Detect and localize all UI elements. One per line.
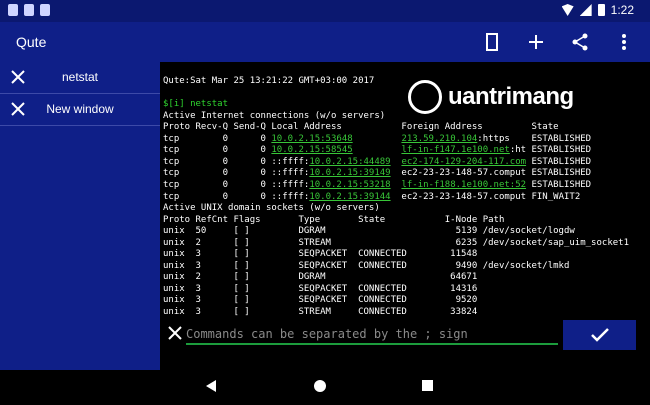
terminal-line: tcp 0 0 ::ffff:10.0.2.15:39149 ec2-23-23… <box>163 168 591 179</box>
terminal-line: tcp 0 0 ::ffff:10.0.2.15:53218 lf-in-f18… <box>163 180 591 191</box>
app-bar: Qute <box>0 22 650 62</box>
more-icon[interactable] <box>612 30 636 54</box>
terminal-text: tcp 0 0 ::ffff: <box>163 179 310 190</box>
terminal-text: unix 3 [ ] SEQPACKET CONNECTED 11548 <box>163 249 478 260</box>
terminal-line: Proto Recv-Q Send-Q Local Address Foreig… <box>163 122 559 133</box>
terminal-address-link: lf-in-f188.1e100.net:52 <box>401 179 527 190</box>
terminal-line: unix 3 [ ] STREAM CONNECTED 33824 <box>163 307 477 318</box>
tab-label: New window <box>46 102 114 116</box>
terminal-text: unix 2 [ ] DGRAM 64671 <box>163 272 478 283</box>
terminal-line: Active UNIX domain sockets (w/o servers) <box>163 203 380 214</box>
terminal-address-link: lf-in-f147.1e100.net <box>401 145 510 156</box>
terminal-text: ESTABLISHED <box>526 179 592 190</box>
navigation-bar <box>0 370 650 405</box>
sidebar: netstat New window <box>0 62 160 370</box>
app-title: Qute <box>16 34 47 50</box>
terminal-text: $[i] netstat <box>163 99 229 110</box>
terminal-address-link: 10.0.2.15:58545 <box>271 145 353 156</box>
check-icon <box>590 328 609 342</box>
terminal-text: unix 2 [ ] STREAM 6235 /dev/socket/sap_u… <box>163 237 629 248</box>
app-actions <box>480 30 636 54</box>
terminal-text: tcp 0 0 <box>163 133 272 144</box>
terminal-address-link: 10.0.2.15:53218 <box>309 179 391 190</box>
command-input[interactable] <box>186 325 558 345</box>
lightbulb-icon <box>408 80 442 114</box>
command-bar <box>160 320 636 350</box>
terminal-text: :ht ESTABLISHED <box>509 145 592 156</box>
terminal-address-link: 10.0.2.15:39149 <box>309 168 391 179</box>
status-bar: 1:22 <box>0 0 650 22</box>
close-icon[interactable] <box>168 326 182 340</box>
terminal-line: unix 3 [ ] SEQPACKET CONNECTED 14316 <box>163 284 477 295</box>
terminal-line: tcp 0 0 10.0.2.15:58545 lf-in-f147.1e100… <box>163 145 591 156</box>
terminal-line: tcp 0 0 ::ffff:10.0.2.15:39144 ec2-23-23… <box>163 192 580 203</box>
tab-netstat[interactable]: netstat <box>0 62 160 94</box>
terminal-text: unix 3 [ ] SEQPACKET CONNECTED 9490 /dev… <box>163 260 570 271</box>
terminal-line: Proto RefCnt Flags Type State I-Node Pat… <box>163 215 504 226</box>
terminal-line: tcp 0 0 ::ffff:10.0.2.15:44489 ec2-174-1… <box>163 157 591 168</box>
terminal-text: tcp 0 0 ::ffff: <box>163 191 310 202</box>
terminal-address-link: 10.0.2.15:44489 <box>309 156 391 167</box>
terminal-address-link: 10.0.2.15:53648 <box>271 133 353 144</box>
sim-card-icon <box>8 4 18 16</box>
script-icon[interactable] <box>480 30 504 54</box>
terminal-line: $[i] netstat <box>163 99 228 110</box>
terminal-address-link: 10.0.2.15:39144 <box>309 191 391 202</box>
terminal-text: Proto Recv-Q Send-Q Local Address Foreig… <box>163 122 559 133</box>
terminal-line: unix 3 [ ] SEQPACKET CONNECTED 9490 /dev… <box>163 261 569 272</box>
terminal-text: ec2-23-23-148-57.comput FIN_WAIT2 <box>390 191 581 202</box>
terminal-line: Qute:Sat Mar 25 13:21:22 GMT+03:00 2017 <box>163 76 374 87</box>
terminal-address-link: ec2-174-129-204-117.com <box>401 156 527 167</box>
terminal-text: ESTABLISHED <box>526 156 592 167</box>
signal-icon <box>579 4 592 16</box>
terminal-line: unix 3 [ ] SEQPACKET CONNECTED 11548 <box>163 249 477 260</box>
notification-icons <box>8 4 50 16</box>
home-icon[interactable] <box>314 380 326 392</box>
terminal-text: unix 50 [ ] DGRAM 5139 /dev/socket/logdw <box>163 226 575 237</box>
terminal-text: Active Internet connections (w/o servers… <box>163 110 386 121</box>
terminal-text: tcp 0 0 ::ffff: <box>163 168 310 179</box>
tab-label: netstat <box>61 70 99 84</box>
terminal-address-link: 213.59.210.104 <box>401 133 478 144</box>
watermark: uantrimang <box>408 80 574 114</box>
terminal-text: Proto RefCnt Flags Type State I-Node Pat… <box>163 214 505 225</box>
back-icon[interactable] <box>206 380 216 392</box>
recents-icon[interactable] <box>422 380 433 391</box>
share-icon[interactable] <box>568 30 592 54</box>
terminal-text: Active UNIX domain sockets (w/o servers) <box>163 203 380 214</box>
battery-icon <box>597 4 605 16</box>
terminal-line: unix 2 [ ] STREAM 6235 /dev/socket/sap_u… <box>163 238 629 249</box>
terminal-line: unix 50 [ ] DGRAM 5139 /dev/socket/logdw <box>163 226 575 237</box>
clock: 1:22 <box>610 3 634 17</box>
watermark-text: uantrimang <box>448 83 574 110</box>
terminal-line: unix 3 [ ] SEQPACKET CONNECTED 9520 <box>163 295 477 306</box>
terminal-text: ec2-23-23-148-57.comput ESTABLISHED <box>390 168 592 179</box>
run-button[interactable] <box>563 320 636 350</box>
terminal-text: :https ESTABLISHED <box>477 133 592 144</box>
terminal-text: unix 3 [ ] STREAM CONNECTED 33824 <box>163 307 478 317</box>
sd-card-icon <box>24 4 34 16</box>
terminal-text: tcp 0 0 <box>163 145 272 156</box>
terminal-line: tcp 0 0 10.0.2.15:53648 213.59.210.104:h… <box>163 134 591 145</box>
tab-new-window[interactable]: New window <box>0 94 160 126</box>
terminal-text: unix 3 [ ] SEQPACKET CONNECTED 14316 <box>163 283 478 294</box>
terminal-text: unix 3 [ ] SEQPACKET CONNECTED 9520 <box>163 295 478 306</box>
add-icon[interactable] <box>524 30 548 54</box>
file-icon <box>40 4 50 16</box>
wifi-icon <box>561 4 574 16</box>
terminal-line: unix 2 [ ] DGRAM 64671 <box>163 272 477 283</box>
terminal-line: Active Internet connections (w/o servers… <box>163 111 385 122</box>
system-icons: 1:22 <box>561 3 634 17</box>
terminal-text: tcp 0 0 ::ffff: <box>163 156 310 167</box>
terminal-text: Qute:Sat Mar 25 13:21:22 GMT+03:00 2017 <box>163 76 375 86</box>
